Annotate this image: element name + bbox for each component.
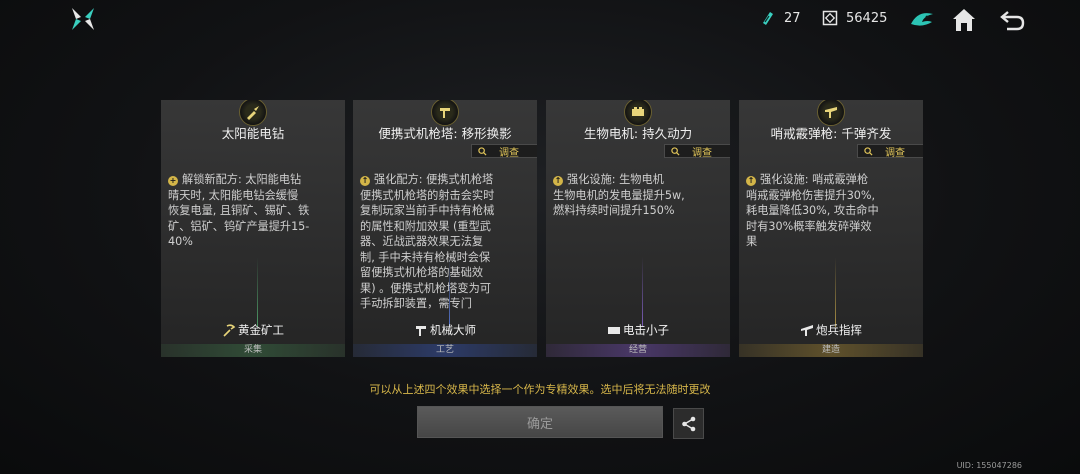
card-title: 太阳能电钻 [221,126,285,141]
magnifier-icon [864,146,873,156]
upgrade-icon: ↑ [553,176,563,186]
light-beam [449,257,450,327]
card-description: ↑ 强化设施: 生物电机 生物电机的发电量提升5w, 燃料持续时间提升150% [553,173,685,217]
turret-small-icon [416,326,426,336]
upgrade-icon: ↑ [746,176,756,186]
role-label: 黄金矿工 [161,322,345,338]
role-label: 机械大师 [353,322,537,338]
category-tag: 采集 [161,344,345,357]
resource-tokens: 27 [760,10,801,26]
resource-coins-value: 56425 [846,10,888,26]
artillery-icon [801,325,813,336]
category-tag: 工艺 [353,344,537,357]
inspect-button[interactable]: 调查 [664,144,730,159]
role-label: 电击小子 [546,322,730,338]
selection-hint: 可以从上述四个效果中选择一个作为专精效果。选中后将无法随时更改 [369,383,711,396]
share-icon [681,416,695,431]
resource-tokens-value: 27 [784,10,801,26]
home-icon[interactable] [950,6,978,34]
card-description: ↑ 强化配方: 便携式机枪塔 便携式机枪塔的射击会实时 复制玩家当前手中持有枪械 … [360,173,495,310]
resource-coins: 56425 [822,10,887,26]
top-bar: 27 56425 [0,0,1080,40]
game-logo-icon[interactable] [70,6,96,32]
bird-emblem-icon[interactable] [908,6,936,34]
perk-card-solar-drill[interactable]: 太阳能电钻 + 解锁新配方: 太阳能电钻 晴天时, 太阳能电钻会缓慢 恢复电量, … [161,100,345,357]
card-title: 哨戒霰弹枪: 千弹齐发 [770,126,892,141]
upgrade-icon: ↑ [360,176,370,186]
share-button[interactable] [673,408,704,439]
category-tag: 经营 [546,344,730,357]
card-description: ↑ 强化设施: 哨戒霰弹枪 哨戒霰弹枪伤害提升30%, 耗电量降低30%, 攻击命… [746,173,879,248]
card-title: 便携式机枪塔: 移形换影 [378,126,512,141]
card-title: 生物电机: 持久动力 [583,126,693,141]
perk-card-portable-turret[interactable]: 便携式机枪塔: 移形换影 调查 ↑ 强化配方: 便携式机枪塔 便携式机枪塔的射击会… [353,100,537,357]
generator-small-icon [608,327,620,334]
inspect-button[interactable]: 调查 [857,144,923,159]
coin-icon [822,10,838,26]
plus-icon: + [168,176,178,186]
role-label: 炮兵指挥 [739,322,923,338]
category-tag: 建造 [739,344,923,357]
light-beam [642,257,643,327]
gear-token-icon [763,12,773,25]
magnifier-icon [478,146,487,156]
back-arrow-icon[interactable] [998,6,1026,34]
magnifier-icon [671,146,680,156]
perk-card-sentry-shotgun[interactable]: 哨戒霰弹枪: 千弹齐发 调查 ↑ 强化设施: 哨戒霰弹枪 哨戒霰弹枪伤害提升30%… [739,100,923,357]
pickaxe-icon [223,324,236,337]
user-id-label: UID: 155047286 [956,461,1022,470]
perk-card-bio-motor[interactable]: 生物电机: 持久动力 调查 ↑ 强化设施: 生物电机 生物电机的发电量提升5w, … [546,100,730,357]
light-beam [835,257,836,327]
card-description: + 解锁新配方: 太阳能电钻 晴天时, 太阳能电钻会缓慢 恢复电量, 且铜矿、锡矿… [168,173,310,248]
confirm-button[interactable]: 确定 [417,406,663,438]
light-beam [257,257,258,327]
inspect-button[interactable]: 调查 [471,144,537,159]
